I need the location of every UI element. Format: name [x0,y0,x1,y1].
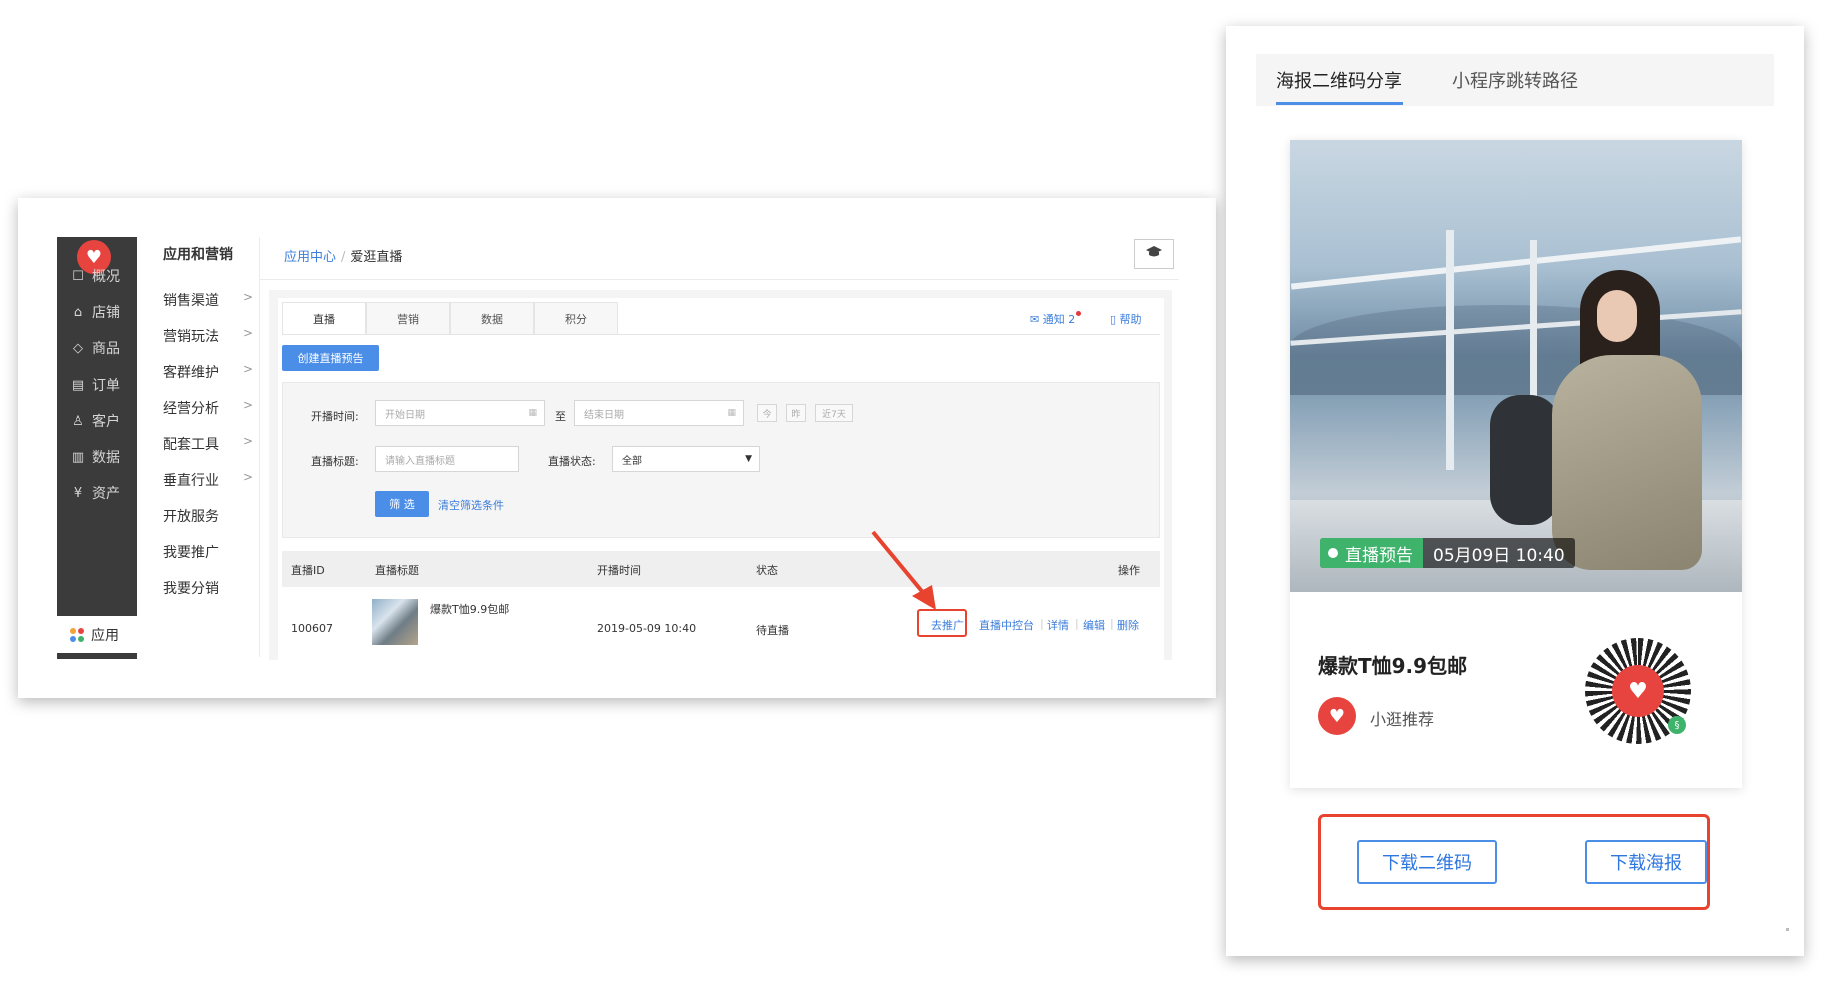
corner-mark [1786,928,1789,931]
download-qrcode-button[interactable]: 下载二维码 [1357,840,1497,884]
heart-icon: ♥ [1628,678,1648,704]
qrcode-logo: ♥ [1612,665,1664,717]
poster-author: 小逛推荐 [1370,710,1435,729]
avatar: ♥ [1318,697,1356,735]
tab-poster-qrcode[interactable]: 海报二维码分享 [1276,67,1402,93]
poster-title: 爆款T恤9.9包邮 [1318,654,1468,678]
tab-miniapp-path[interactable]: 小程序跳转路径 [1452,67,1578,93]
arrow-to-promote-icon [871,530,936,610]
active-tab-indicator [1276,102,1403,105]
live-preview-badge: 直播预告 05月09日 10:40 [1320,538,1575,568]
badge-time: 05月09日 10:40 [1433,545,1565,566]
heart-icon: ♥ [1328,705,1346,727]
poster-photo [1290,140,1742,592]
dot-icon [1328,548,1338,558]
download-poster-button[interactable]: 下载海报 [1585,840,1707,884]
miniapp-icon: § [1668,716,1686,734]
